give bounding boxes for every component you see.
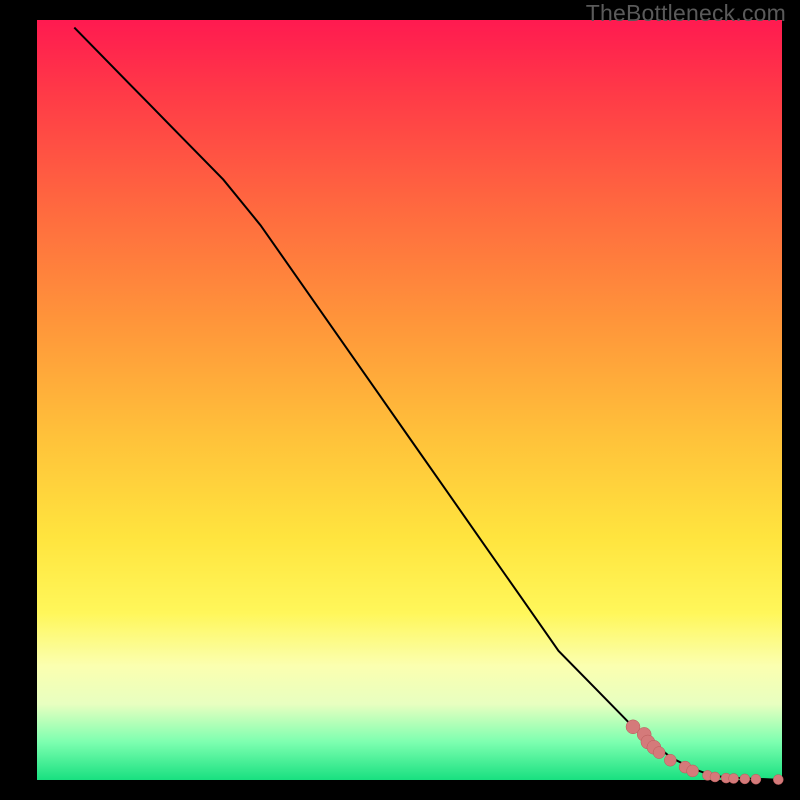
chart-markers bbox=[626, 720, 783, 785]
chart-marker bbox=[664, 754, 676, 766]
chart-curve bbox=[74, 28, 782, 780]
chart-frame: TheBottleneck.com bbox=[0, 0, 800, 800]
chart-marker bbox=[687, 765, 699, 777]
chart-marker bbox=[740, 774, 750, 784]
chart-marker bbox=[751, 774, 761, 784]
chart-marker bbox=[729, 774, 739, 784]
watermark-text: TheBottleneck.com bbox=[586, 0, 786, 27]
chart-marker bbox=[653, 747, 665, 759]
chart-marker bbox=[710, 772, 720, 782]
chart-marker bbox=[773, 775, 783, 785]
chart-svg-overlay bbox=[37, 20, 782, 780]
